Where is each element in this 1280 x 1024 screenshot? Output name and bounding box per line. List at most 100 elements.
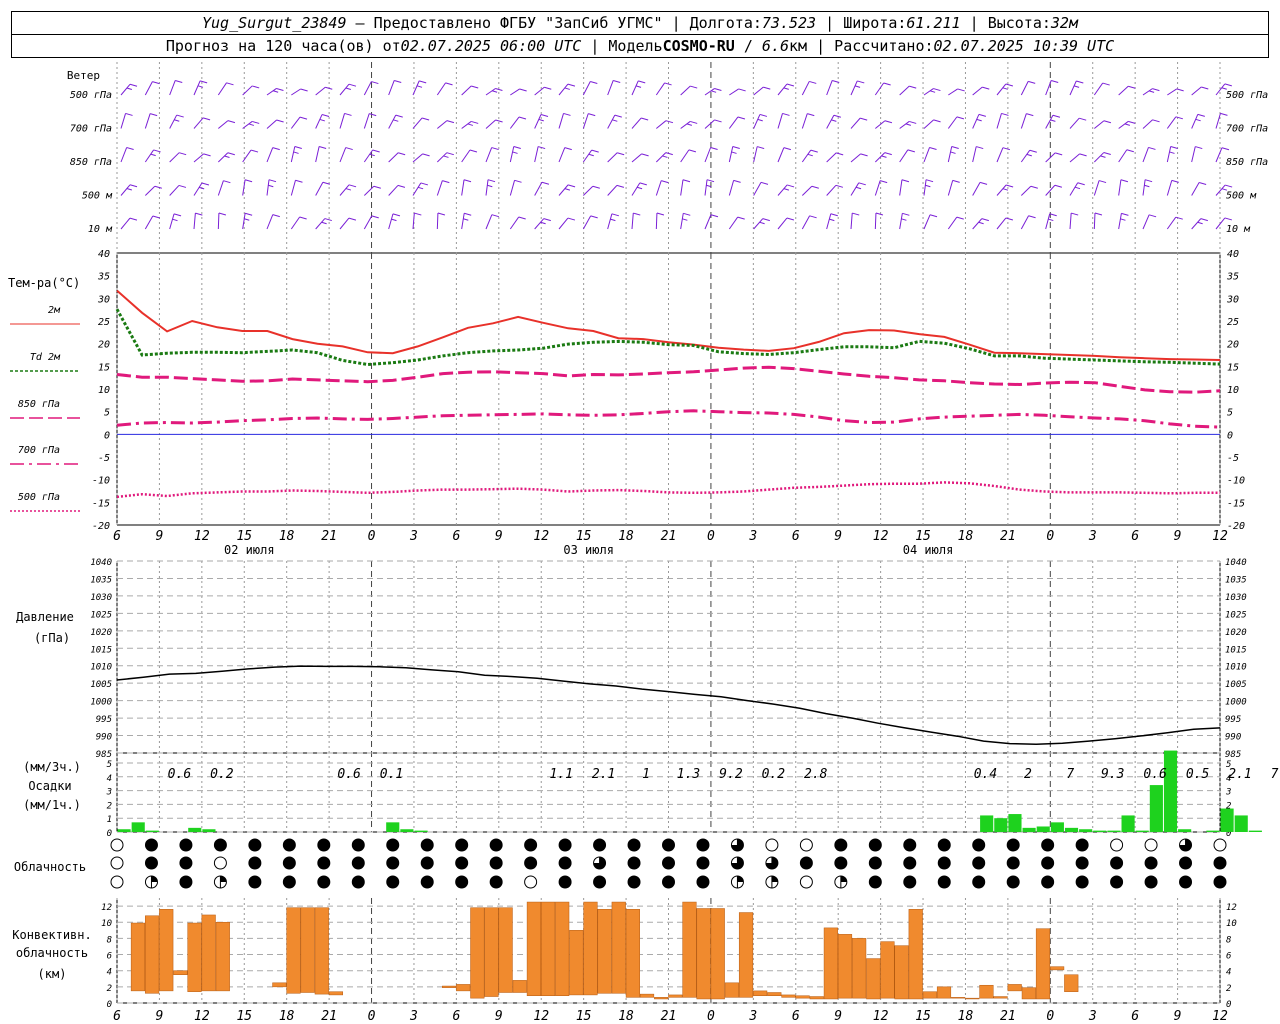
wind-barb <box>290 146 302 163</box>
cloud-cover-icon <box>937 875 951 889</box>
conv-tick-left: 8 <box>107 935 112 945</box>
conv-tick-right: 12 <box>1226 903 1237 913</box>
wind-barb <box>582 113 596 129</box>
wind-barb <box>1093 212 1103 230</box>
conv-cloud-bar <box>795 995 810 999</box>
cloud-cover-icon <box>524 856 538 870</box>
precip-sum-label: 7 <box>1066 767 1074 782</box>
cloud-cover-icon <box>1144 838 1158 852</box>
temp-legend-label: 500 гПа <box>18 492 60 503</box>
cloud-cover-icon <box>1006 838 1020 852</box>
wind-barb <box>120 217 138 230</box>
wind-barb <box>290 116 308 129</box>
precip-tick-right: 3 <box>1225 788 1231 798</box>
wind-barb <box>1191 146 1203 163</box>
precip-sum-label: 0.4 <box>974 767 997 782</box>
time-label-top: 15 <box>915 529 931 544</box>
precip-bar <box>131 822 145 832</box>
wind-barb <box>656 120 674 129</box>
conv-cloud-bar <box>724 982 739 998</box>
cloud-cover-icon <box>627 875 641 889</box>
conv-cloud-bar <box>215 921 230 992</box>
wind-barb <box>874 212 884 230</box>
cloud-cover-icon <box>144 875 158 889</box>
pressure-tick-right: 1005 <box>1225 680 1247 690</box>
cloud-cover-icon <box>1075 856 1089 870</box>
wind-barb <box>801 113 815 129</box>
wind-barb <box>582 149 599 163</box>
temp-tick-left: 0 <box>104 430 110 441</box>
wind-barb <box>485 179 496 196</box>
time-label-top: 18 <box>279 529 295 544</box>
temp-tick-left: 15 <box>98 362 110 373</box>
conv-cloud-bar <box>1035 928 1051 1000</box>
wind-barb <box>485 88 503 96</box>
precip-bar <box>202 829 216 832</box>
time-label-top: 15 <box>236 529 252 544</box>
time-label-bottom: 3 <box>748 1009 757 1024</box>
conv-cloud-bar <box>894 945 909 1000</box>
wind-level-label: 500 м <box>82 191 113 202</box>
temp-legend-label: 700 гПа <box>18 445 60 456</box>
cloud-cover-icon <box>765 838 779 852</box>
wind-barb <box>972 218 989 230</box>
pressure-tick-left: 1035 <box>90 575 112 585</box>
wind-barb <box>217 180 231 196</box>
time-label-top: 12 <box>194 529 210 544</box>
wind-barb <box>582 215 598 230</box>
pressure-tick-right: 1035 <box>1225 575 1247 585</box>
precip-bar <box>1135 830 1149 832</box>
wind-barb <box>144 149 161 163</box>
cloud-cover-icon <box>1110 875 1124 889</box>
wind-barb <box>144 215 160 230</box>
cloud-cover-icon <box>1213 856 1227 870</box>
conv-cloud-bar <box>597 909 612 994</box>
wind-barb <box>144 113 158 129</box>
conv-tick-right: 2 <box>1226 984 1231 994</box>
wind-barb <box>582 81 598 96</box>
temp-tick-left: -5 <box>98 453 110 464</box>
conv-tick-left: 12 <box>101 903 112 913</box>
cloud-cover-icon <box>558 838 572 852</box>
temp-tick-left: 25 <box>98 317 110 328</box>
pressure-tick-left: 1005 <box>90 680 112 690</box>
cloud-cover-icon <box>317 838 331 852</box>
wind-barb <box>1020 149 1037 163</box>
precip-bar <box>1149 785 1163 832</box>
cloud-cover-icon <box>696 875 710 889</box>
wind-barb <box>923 214 938 230</box>
wind-barb <box>850 182 866 196</box>
wind-barb <box>801 185 819 196</box>
wind-title: Ветер <box>67 69 100 82</box>
conv-cloud-bar <box>738 912 754 998</box>
wind-barb <box>996 147 1011 163</box>
temp-tick-right: 15 <box>1227 362 1239 373</box>
wind-barb <box>218 120 236 129</box>
precip-bar <box>1248 830 1262 832</box>
pressure-tick-right: 995 <box>1225 715 1241 725</box>
time-label-bottom: 18 <box>958 1009 974 1024</box>
conv-cloud-bar <box>880 941 895 999</box>
precip-bar <box>1008 814 1022 832</box>
precip-bar <box>994 818 1008 832</box>
conv-title-2: облачность <box>16 946 88 960</box>
conv-cloud-bar <box>654 997 669 1000</box>
cloud-cover-icon <box>1041 838 1055 852</box>
precip-tick-left: 0 <box>107 829 112 839</box>
precip-title-1h: (мм/1ч.) <box>23 798 81 812</box>
conv-cloud-bar <box>1064 974 1079 992</box>
cloudiness-title: Облачность <box>14 860 86 874</box>
precip-bar <box>1121 815 1135 832</box>
conv-cloud-bar <box>286 907 301 994</box>
precip-sum-label: 2.1 <box>592 767 615 782</box>
wind-barb <box>1069 80 1084 96</box>
wind-barb <box>534 86 552 96</box>
wind-barb <box>461 120 479 129</box>
time-label-top: 18 <box>618 529 634 544</box>
pressure-tick-left: 985 <box>96 750 112 760</box>
precip-bar <box>1036 826 1050 832</box>
cloud-cover-icon <box>765 856 779 870</box>
wind-barb <box>680 212 691 230</box>
wind-barb <box>437 120 455 129</box>
time-label-bottom: 3 <box>1088 1009 1097 1024</box>
